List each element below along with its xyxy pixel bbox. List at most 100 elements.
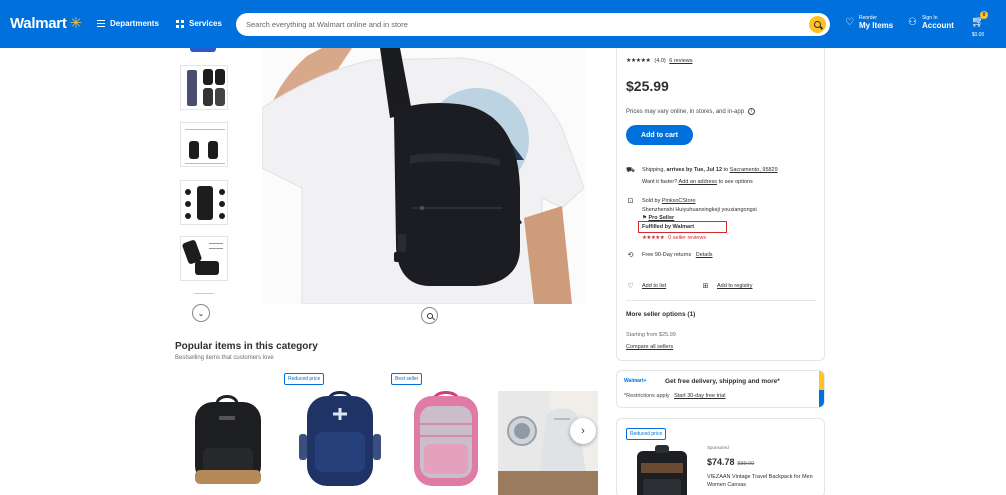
faster-options: Want it faster? Add an address to see op…: [642, 179, 753, 185]
rating-value: (4.0): [654, 57, 666, 64]
shipping-label: Shipping,: [642, 167, 665, 173]
side-product-old-price: $89.00: [737, 461, 755, 467]
reduced-price-tag: Reduced price: [626, 428, 667, 440]
add-to-registry-link[interactable]: Add to registry: [717, 283, 752, 289]
starting-from: Starting from $25.99: [626, 332, 676, 338]
sponsored-product-card[interactable]: Reduced price Sponsored $74.78 $89.00 VIE…: [616, 418, 825, 495]
return-icon: ⟲: [627, 252, 634, 259]
side-product-price: $74.78 $89.00: [707, 457, 754, 467]
sling-bag-photo: [262, 48, 586, 304]
popular-items-heading: Popular items in this category: [175, 341, 318, 352]
services-button[interactable]: Services: [176, 19, 222, 28]
walmart-logo[interactable]: Walmart ✳: [10, 15, 82, 32]
search-input[interactable]: [246, 20, 806, 29]
sold-by-row: Sold by PinksoCStore: [642, 198, 696, 204]
price-note: Prices may vary online, in stores, and i…: [626, 108, 756, 115]
seller-rating-row: ★★★★★ 0 seller reviews: [642, 235, 706, 241]
walmart-product-page: Walmart ✳ Departments Services ♡ Reorder…: [0, 0, 1006, 495]
rating-row: ★★★★★ (4.0) 6 reviews: [626, 57, 692, 65]
promo-subline: *Restrictions apply Start 30-day free tr…: [624, 393, 725, 399]
search-button[interactable]: [809, 16, 826, 33]
free-trial-link[interactable]: Start 30-day free trial: [674, 393, 725, 399]
returns-details-link[interactable]: Details: [696, 252, 713, 258]
side-product-name[interactable]: VIEZAAN Vintage Travel Backpack for Men …: [707, 473, 817, 489]
more-sellers-title: More seller options (1): [626, 311, 696, 318]
truck-icon: ⛟: [626, 167, 635, 174]
price-note-text: Prices may vary online, in stores, and i…: [626, 108, 745, 115]
sponsored-label: Sponsored: [707, 445, 729, 450]
add-to-cart-button[interactable]: Add to cart: [626, 125, 693, 145]
grid-icon: [176, 19, 184, 28]
add-address-link[interactable]: Add an address: [679, 179, 718, 185]
top-header-bar: Walmart ✳ Departments Services ♡ Reorder…: [0, 0, 1006, 48]
thumbnail-scroll-down-button[interactable]: ⌄: [192, 304, 210, 322]
pink-clear-backpack-image: [414, 391, 478, 486]
zoom-icon: [426, 312, 433, 319]
chevron-right-icon: ›: [581, 425, 585, 437]
divider: [626, 300, 816, 301]
account-big-label: Account: [921, 21, 954, 30]
want-faster-text: Want it faster?: [642, 179, 678, 185]
cart-total: $0.00: [971, 32, 985, 38]
shipping-arrives: arrives by Tue, Jul 12: [666, 167, 723, 173]
promo-accent-stripe: [819, 371, 824, 407]
cart-button[interactable]: 🛒︎ 0 $0.00: [968, 11, 988, 38]
menu-icon: [97, 20, 105, 27]
returns-row: Free 90-Day returns Details: [642, 252, 713, 258]
search-bar: [236, 13, 830, 36]
product-price: $25.99: [626, 78, 669, 94]
black-backpack-image: [195, 395, 261, 484]
thumbnail-image-4[interactable]: [180, 180, 228, 225]
seller-link[interactable]: PinksoCStore: [662, 198, 696, 204]
user-icon: ⚇: [908, 17, 917, 28]
thumbnail-image-2[interactable]: [180, 65, 228, 110]
account-button[interactable]: ⚇ Sign In Account: [908, 15, 954, 30]
returns-text: Free 90-Day returns: [642, 252, 692, 258]
fulfilled-by-walmart-highlight: Fulfilled by Walmart: [638, 221, 727, 233]
chevron-down-icon: ⌄: [197, 308, 205, 318]
walmart-plus-promo: Walmart+ Get free delivery, shipping and…: [616, 370, 825, 408]
heart-outline-icon: ♡: [627, 283, 634, 290]
heart-icon: ♡: [845, 17, 854, 28]
departments-label: Departments: [110, 19, 159, 28]
zoom-button[interactable]: [421, 307, 438, 324]
gift-icon: ⊞: [702, 283, 709, 290]
popular-product-2[interactable]: [295, 384, 385, 495]
logo-text: Walmart: [10, 15, 67, 32]
reorder-big-label: My Items: [858, 21, 894, 30]
services-label: Services: [189, 19, 222, 28]
shipping-info: Shipping, arrives by Tue, Jul 12 to Sacr…: [642, 167, 778, 173]
compare-sellers-link[interactable]: Compare all sellers: [626, 344, 673, 350]
popular-product-3[interactable]: [402, 384, 492, 495]
rating-stars: ★★★★★: [626, 58, 651, 64]
spark-icon: ✳: [69, 15, 83, 32]
seller-full-name: Shenzhenshi Huiyuhuanxingkeji youxiangon…: [642, 207, 757, 213]
seller-reviews[interactable]: 0 seller reviews: [668, 235, 706, 241]
popular-items-subtitle: Bestselling items that customers love: [175, 355, 274, 361]
reviews-link[interactable]: 6 reviews: [669, 58, 692, 64]
travel-backpack-image: [637, 445, 687, 495]
popular-product-1[interactable]: [183, 384, 273, 495]
cart-count-badge: 0: [980, 11, 988, 19]
thumbnail-image-5[interactable]: [180, 236, 228, 281]
thumbnail-more-partial: [194, 293, 214, 294]
shipping-to: to: [723, 167, 729, 173]
seller-stars: ★★★★★: [642, 235, 665, 241]
thumbnail-image-3[interactable]: [180, 122, 228, 167]
departments-button[interactable]: Departments: [97, 19, 159, 28]
shipping-location-link[interactable]: Sacramento, 95829: [730, 167, 778, 173]
reorder-my-items-button[interactable]: ♡ Reorder My Items: [845, 15, 893, 30]
buy-box: ★★★★★ (4.0) 6 reviews $25.99 Prices may …: [616, 48, 825, 361]
search-icon: [814, 21, 821, 28]
walmart-plus-logo: Walmart+: [624, 378, 647, 384]
carousel-next-button[interactable]: ›: [570, 418, 596, 444]
info-icon[interactable]: i: [748, 108, 756, 115]
lock-icon: ⊡: [627, 198, 634, 205]
navy-backpack-image: [299, 391, 381, 486]
side-product-current-price: $74.78: [707, 457, 735, 467]
main-product-image[interactable]: [262, 48, 586, 304]
thumbnail-top-partial[interactable]: [184, 48, 222, 53]
restrictions-text: *Restrictions apply: [624, 393, 670, 399]
sold-by-label: Sold by: [642, 198, 661, 204]
add-to-list-link[interactable]: Add to list: [642, 283, 666, 289]
